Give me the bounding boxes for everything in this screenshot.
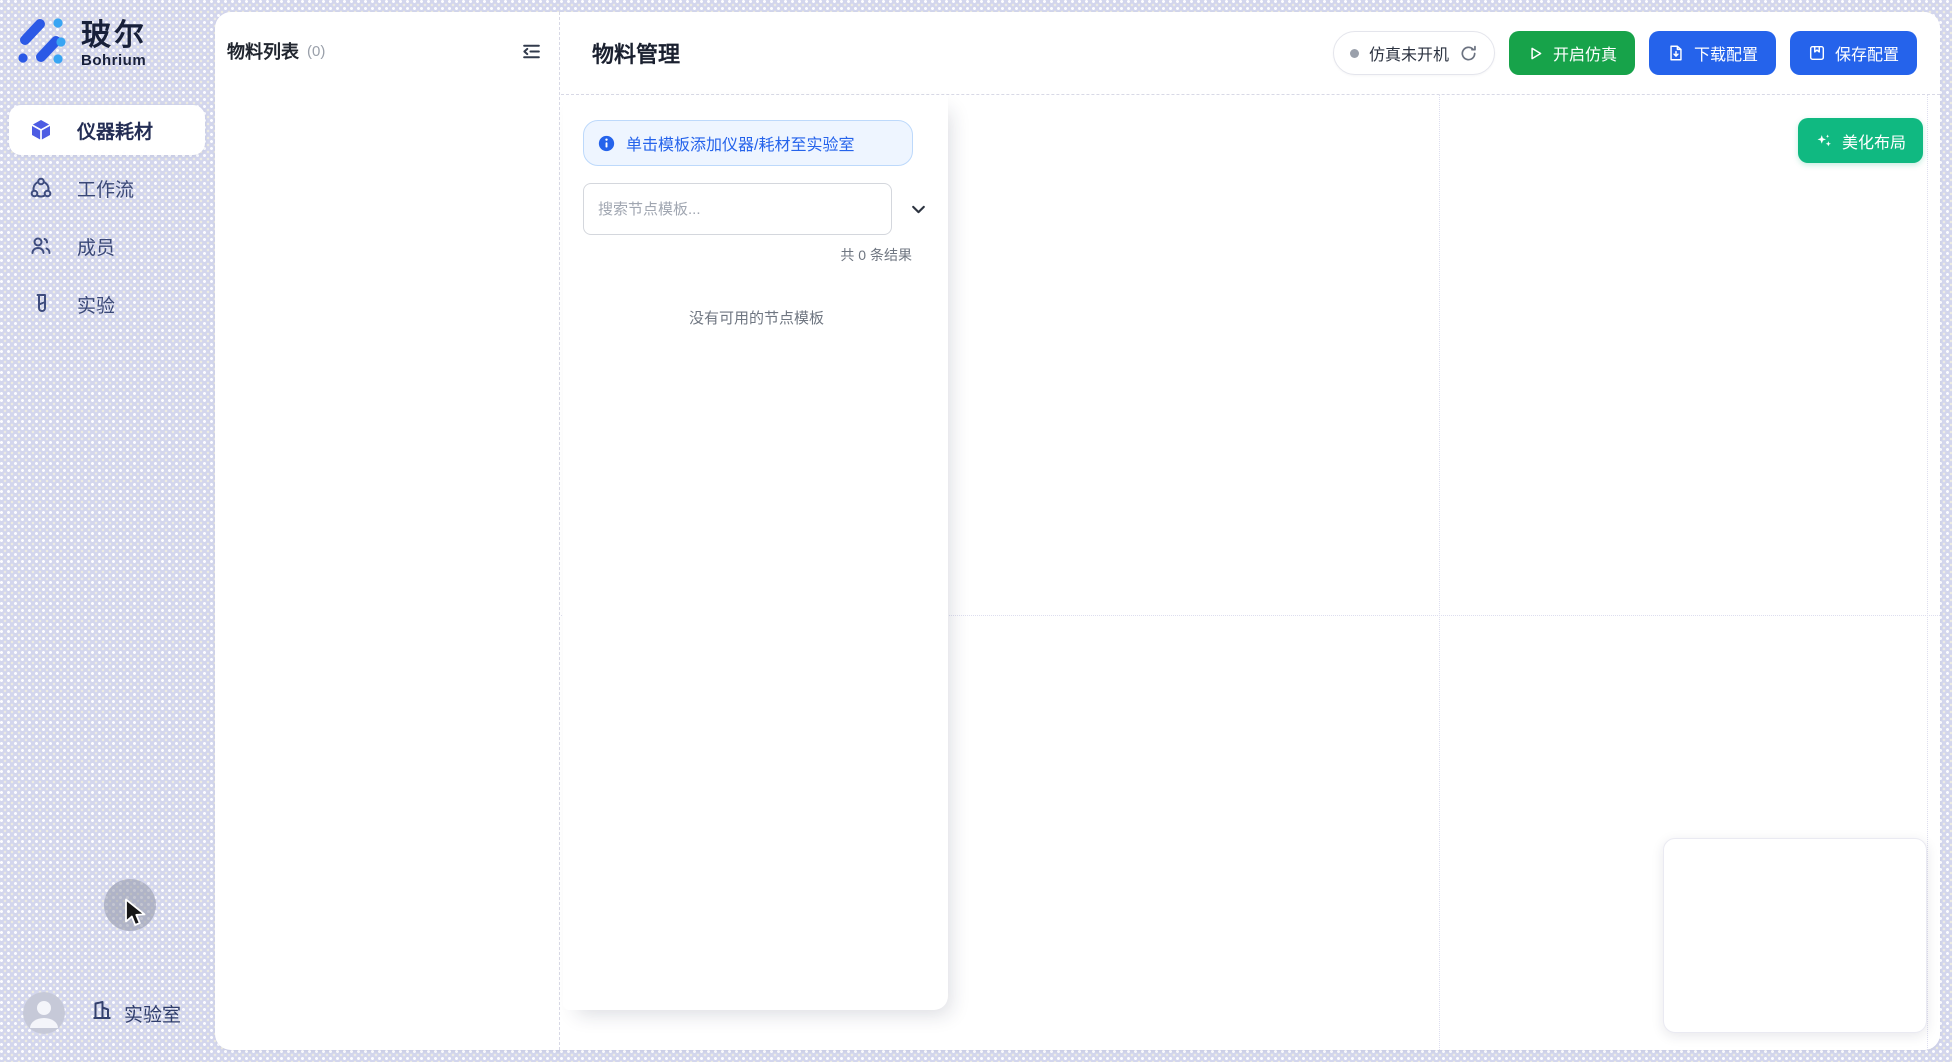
- cube-icon: [29, 118, 53, 142]
- node-template-palette: 单击模板添加仪器/耗材至实验室 共 0 条结果 没有可用的节点模板: [563, 95, 948, 1010]
- lab-switcher[interactable]: 实验室: [90, 998, 181, 1028]
- sidebar-item-label: 实验: [77, 291, 115, 318]
- sidebar-item-members[interactable]: 成员: [9, 221, 205, 271]
- brand-name-en: Bohrium: [81, 52, 147, 69]
- page-header: 物料管理 仿真未开机 开启仿真: [561, 12, 1940, 95]
- canvas-minimap[interactable]: [1663, 838, 1927, 1033]
- empty-templates-text: 没有可用的节点模板: [583, 307, 930, 328]
- bohrium-logo-icon: [15, 14, 69, 73]
- sidebar-item-label: 仪器耗材: [77, 117, 153, 144]
- simulation-status-pill[interactable]: 仿真未开机: [1333, 31, 1495, 75]
- workflow-icon: [29, 176, 53, 200]
- status-dot-icon: [1350, 49, 1359, 58]
- play-icon: [1527, 45, 1544, 62]
- sidebar-nav: 仪器耗材 工作流 成员: [9, 105, 205, 329]
- save-config-button[interactable]: 保存配置: [1790, 31, 1917, 75]
- lab-label: 实验室: [124, 1000, 181, 1027]
- save-icon: [1808, 44, 1826, 62]
- sparkles-icon: [1815, 132, 1833, 150]
- template-search-input[interactable]: [583, 183, 892, 235]
- download-config-button[interactable]: 下载配置: [1649, 31, 1776, 75]
- info-banner: 单击模板添加仪器/耗材至实验室: [583, 120, 913, 166]
- sidebar-item-label: 工作流: [77, 175, 134, 202]
- refresh-icon[interactable]: [1459, 44, 1478, 63]
- materials-panel-title: 物料列表: [227, 38, 299, 64]
- chevron-down-icon[interactable]: [906, 197, 930, 221]
- mouse-cursor: [124, 898, 150, 937]
- user-avatar[interactable]: [23, 992, 65, 1034]
- sidebar-item-experiment[interactable]: 实验: [9, 279, 205, 329]
- members-icon: [29, 234, 53, 258]
- brand-name-zh: 玻尔: [81, 19, 147, 52]
- main-card: 物料列表 (0) 物料管理 仿真未开机: [215, 12, 1940, 1050]
- materials-count: (0): [307, 43, 325, 60]
- page-title: 物料管理: [592, 37, 680, 69]
- sidebar-item-instruments[interactable]: 仪器耗材: [9, 105, 205, 155]
- status-label: 仿真未开机: [1369, 41, 1449, 65]
- materials-panel: 物料列表 (0): [215, 12, 560, 1050]
- info-banner-text: 单击模板添加仪器/耗材至实验室: [626, 131, 854, 155]
- canvas-grid-line: [1439, 95, 1440, 1050]
- info-icon: [598, 135, 615, 152]
- beautify-layout-button[interactable]: 美化布局: [1798, 118, 1923, 163]
- canvas-grid-line: [1927, 95, 1928, 1050]
- result-count: 共 0 条结果: [583, 245, 930, 265]
- flow-canvas[interactable]: 单击模板添加仪器/耗材至实验室 共 0 条结果 没有可用的节点模板: [561, 95, 1940, 1050]
- sidebar-item-label: 成员: [77, 233, 115, 260]
- start-simulation-button[interactable]: 开启仿真: [1509, 31, 1635, 75]
- experiment-icon: [29, 292, 53, 316]
- building-icon: [90, 998, 114, 1028]
- file-download-icon: [1667, 44, 1685, 62]
- brand-logo: 玻尔 Bohrium: [15, 14, 147, 73]
- sidebar-item-workflow[interactable]: 工作流: [9, 163, 205, 213]
- collapse-panel-button[interactable]: [519, 39, 543, 63]
